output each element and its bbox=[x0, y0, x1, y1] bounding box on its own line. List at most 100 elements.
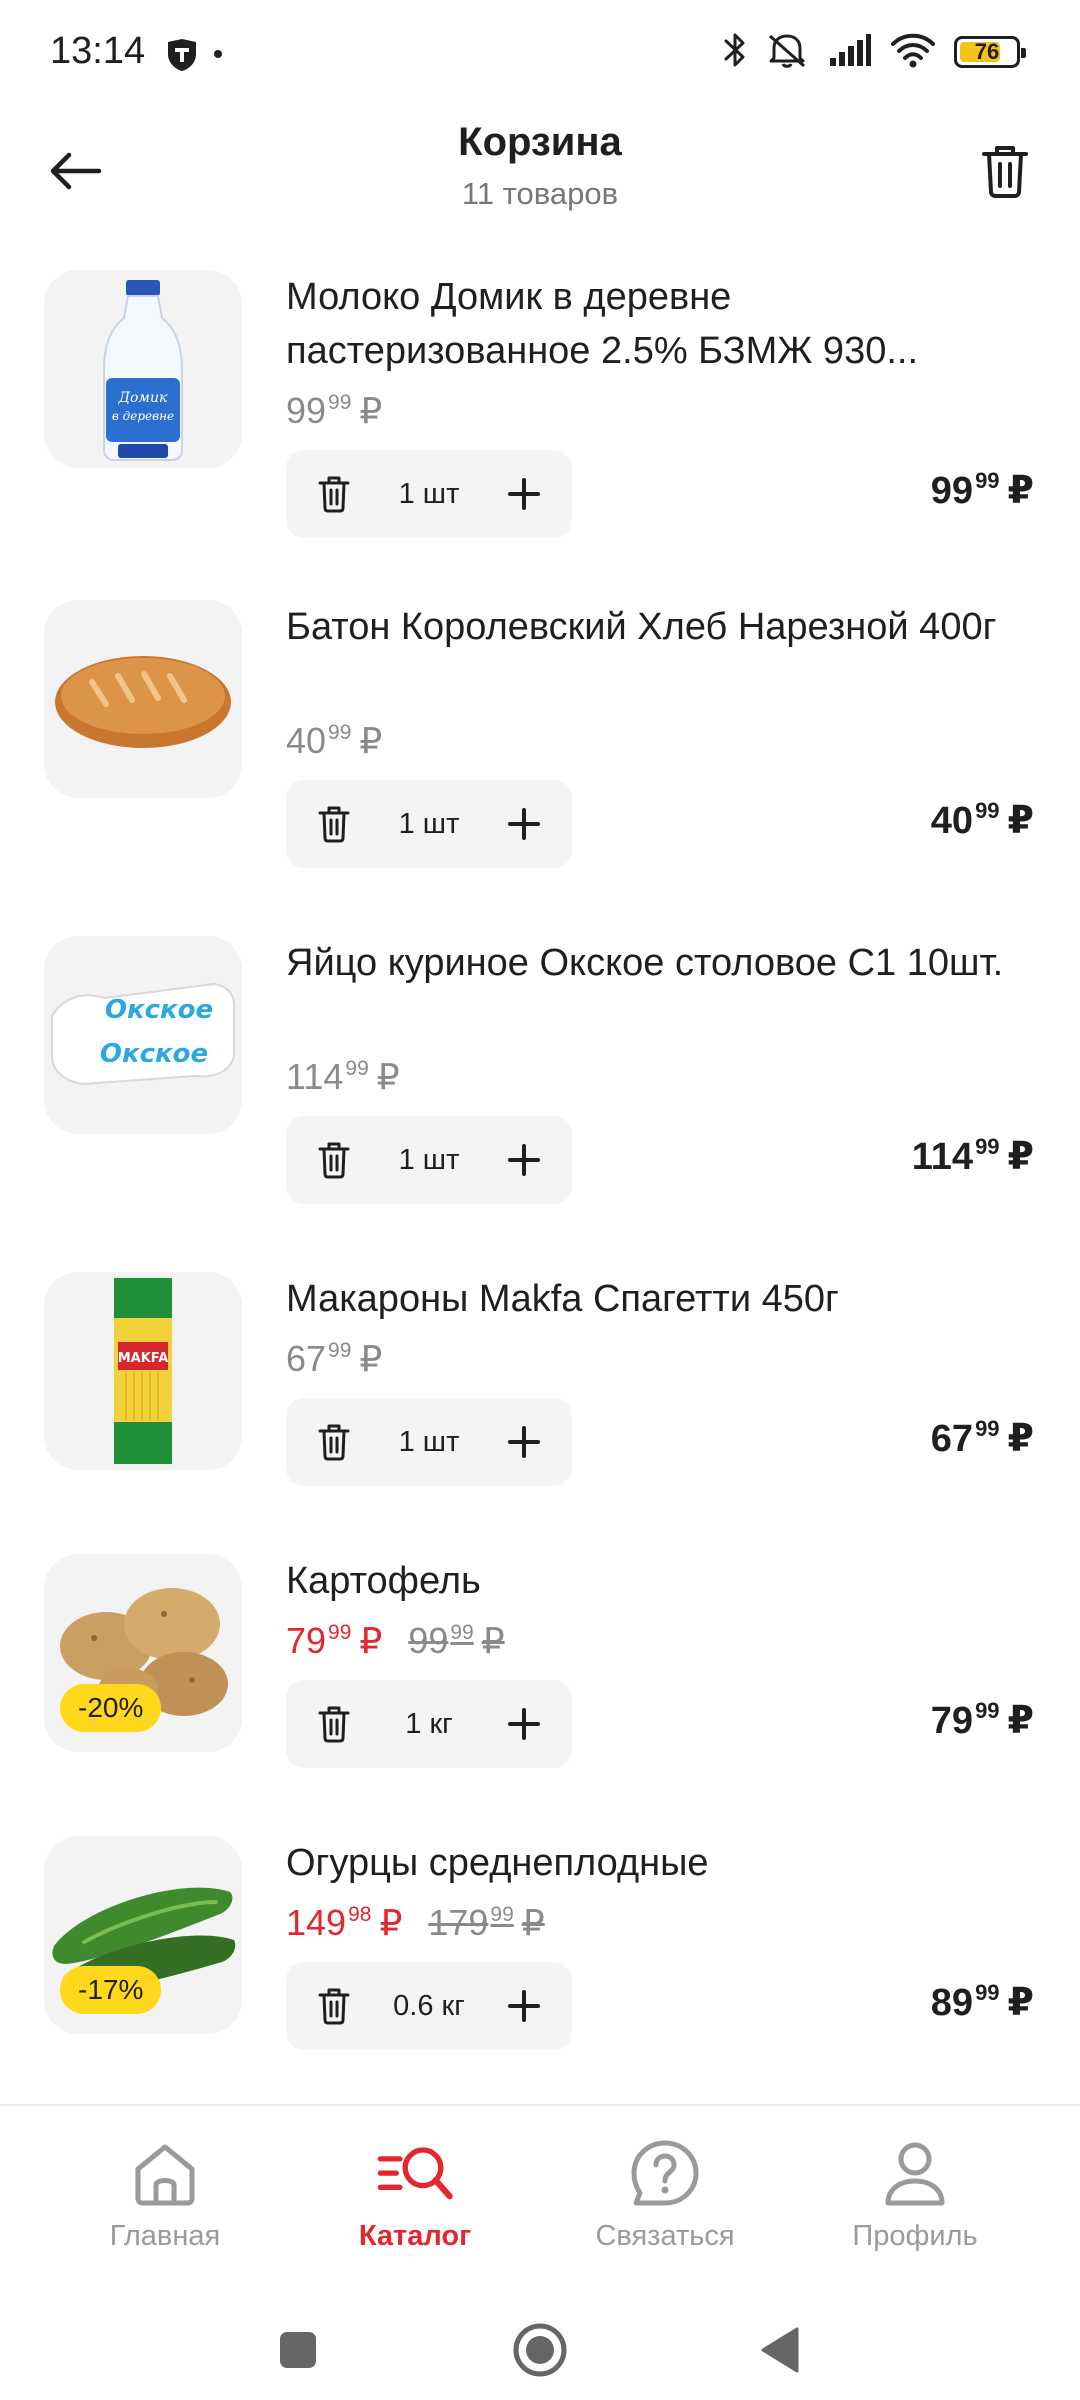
quantity-stepper: 1 кг bbox=[286, 1680, 572, 1768]
nav-label: Связаться bbox=[595, 2220, 735, 2252]
quantity-value: 1 кг bbox=[405, 1707, 453, 1740]
increase-quantity-button[interactable] bbox=[494, 1694, 554, 1754]
bread-loaf-image[interactable] bbox=[44, 600, 242, 798]
nav-contact[interactable]: Связаться bbox=[540, 2106, 790, 2296]
price-frac: 99 bbox=[345, 1057, 369, 1080]
recents-square-icon[interactable] bbox=[258, 2310, 338, 2390]
discount-badge: -17% bbox=[60, 1966, 162, 2014]
back-triangle-icon[interactable] bbox=[740, 2310, 820, 2390]
plus-icon bbox=[508, 478, 540, 510]
product-name[interactable]: Огурцы среднеплодные bbox=[286, 1836, 1026, 1890]
potatoes-image[interactable]: -20% bbox=[44, 1554, 242, 1752]
trash-icon bbox=[318, 806, 350, 843]
product-name[interactable]: Батон Королевский Хлеб Нарезной 400г bbox=[286, 600, 1026, 654]
home-circle-icon[interactable] bbox=[500, 2310, 580, 2390]
sale-price: 7999 ₽ bbox=[286, 1620, 382, 1662]
product-name[interactable]: Картофель bbox=[286, 1554, 1026, 1608]
nav-home[interactable]: Главная bbox=[40, 2106, 290, 2296]
discount-badge: -20% bbox=[60, 1684, 162, 1732]
nav-label: Каталог bbox=[358, 2220, 472, 2252]
product-name[interactable]: Яйцо куриное Окское столовое С1 10шт. bbox=[286, 936, 1026, 990]
quantity-stepper: 1 шт bbox=[286, 1398, 572, 1486]
shield-app-icon bbox=[166, 38, 198, 77]
price-int: 79 bbox=[286, 1620, 327, 1661]
total-frac: 99 bbox=[975, 1698, 1000, 1723]
currency: ₽ bbox=[521, 1902, 545, 1943]
currency: ₽ bbox=[481, 1620, 505, 1661]
bluetooth-icon bbox=[722, 30, 748, 75]
catalog-search-icon bbox=[375, 2134, 455, 2214]
cucumbers-image[interactable]: -17% bbox=[44, 1836, 242, 2034]
increase-quantity-button[interactable] bbox=[494, 1976, 554, 2036]
bottom-navigation: Главная Каталог Связаться Профиль bbox=[0, 2104, 1080, 2294]
price-int: 67 bbox=[286, 1338, 327, 1379]
product-name[interactable]: Макароны Makfa Спагетти 450г bbox=[286, 1272, 1026, 1326]
old-price: 9999 ₽ bbox=[408, 1620, 504, 1662]
increase-quantity-button[interactable] bbox=[494, 464, 554, 524]
item-total: 4099 ₽ bbox=[931, 798, 1034, 843]
increase-quantity-button[interactable] bbox=[494, 1412, 554, 1472]
clear-cart-button[interactable] bbox=[970, 136, 1040, 206]
quantity-stepper: 1 шт bbox=[286, 450, 572, 538]
product-name[interactable]: Молоко Домик в деревне пастеризованное 2… bbox=[286, 270, 1026, 378]
svg-text:MAKFA: MAKFA bbox=[118, 1351, 169, 1366]
spaghetti-pack-image[interactable]: MAKFA bbox=[44, 1272, 242, 1470]
total-frac: 99 bbox=[975, 1134, 1000, 1159]
nav-profile[interactable]: Профиль bbox=[790, 2106, 1040, 2296]
currency: ₽ bbox=[1007, 800, 1034, 842]
plus-icon bbox=[508, 1144, 540, 1176]
unit-price: 6799 ₽ bbox=[286, 1338, 382, 1380]
battery-icon: 76 bbox=[954, 36, 1026, 68]
profile-icon bbox=[875, 2134, 955, 2214]
quantity-stepper: 1 шт bbox=[286, 780, 572, 868]
notification-dot bbox=[214, 50, 222, 58]
home-icon bbox=[125, 2134, 205, 2214]
old-price-frac: 99 bbox=[450, 1621, 474, 1644]
item-total: 6799 ₽ bbox=[931, 1416, 1034, 1461]
sale-price: 14998 ₽ bbox=[286, 1902, 402, 1944]
remove-item-button[interactable] bbox=[304, 1412, 364, 1472]
remove-item-button[interactable] bbox=[304, 1130, 364, 1190]
item-total: 11499 ₽ bbox=[912, 1134, 1034, 1179]
total-int: 67 bbox=[930, 1418, 974, 1460]
total-frac: 99 bbox=[975, 798, 1000, 823]
plus-icon bbox=[508, 808, 540, 840]
milk-bottle-image[interactable]: Домик в деревне bbox=[44, 270, 242, 468]
price-int: 99 bbox=[286, 390, 327, 431]
remove-item-button[interactable] bbox=[304, 1694, 364, 1754]
price-int: 40 bbox=[286, 720, 327, 761]
currency: ₽ bbox=[359, 1620, 383, 1661]
increase-quantity-button[interactable] bbox=[494, 1130, 554, 1190]
quantity-value: 1 шт bbox=[398, 807, 460, 840]
quantity-value: 0.6 кг bbox=[393, 1989, 465, 2022]
page-title: Корзина bbox=[458, 120, 622, 164]
egg-carton-image[interactable]: Окское Окское bbox=[44, 936, 242, 1134]
unit-price: 14998 ₽ 17999 ₽ bbox=[286, 1902, 545, 1944]
nav-catalog[interactable]: Каталог bbox=[290, 2106, 540, 2296]
price-frac: 98 bbox=[348, 1903, 372, 1926]
old-price-int: 99 bbox=[408, 1620, 449, 1661]
total-frac: 99 bbox=[975, 1416, 1000, 1441]
total-frac: 99 bbox=[975, 1980, 1000, 2005]
remove-item-button[interactable] bbox=[304, 794, 364, 854]
wifi-icon bbox=[890, 32, 936, 73]
item-total: 9999 ₽ bbox=[931, 468, 1034, 513]
price-frac: 99 bbox=[328, 391, 352, 414]
signal-icon bbox=[828, 32, 872, 73]
currency: ₽ bbox=[1007, 1982, 1034, 2024]
svg-text:Домик: Домик bbox=[118, 390, 168, 406]
svg-text:Окское: Окское bbox=[100, 1039, 208, 1069]
quantity-stepper: 0.6 кг bbox=[286, 1962, 572, 2050]
nav-label: Главная bbox=[109, 2220, 221, 2252]
remove-item-button[interactable] bbox=[304, 1976, 364, 2036]
old-price: 17999 ₽ bbox=[428, 1902, 544, 1944]
currency: ₽ bbox=[359, 720, 383, 761]
increase-quantity-button[interactable] bbox=[494, 794, 554, 854]
price-int: 114 bbox=[286, 1056, 344, 1097]
remove-item-button[interactable] bbox=[304, 464, 364, 524]
price-frac: 99 bbox=[328, 721, 352, 744]
nav-label: Профиль bbox=[852, 2220, 978, 2252]
svg-text:Окское: Окское bbox=[105, 995, 213, 1025]
quantity-value: 1 шт bbox=[398, 1143, 460, 1176]
currency: ₽ bbox=[359, 390, 383, 431]
